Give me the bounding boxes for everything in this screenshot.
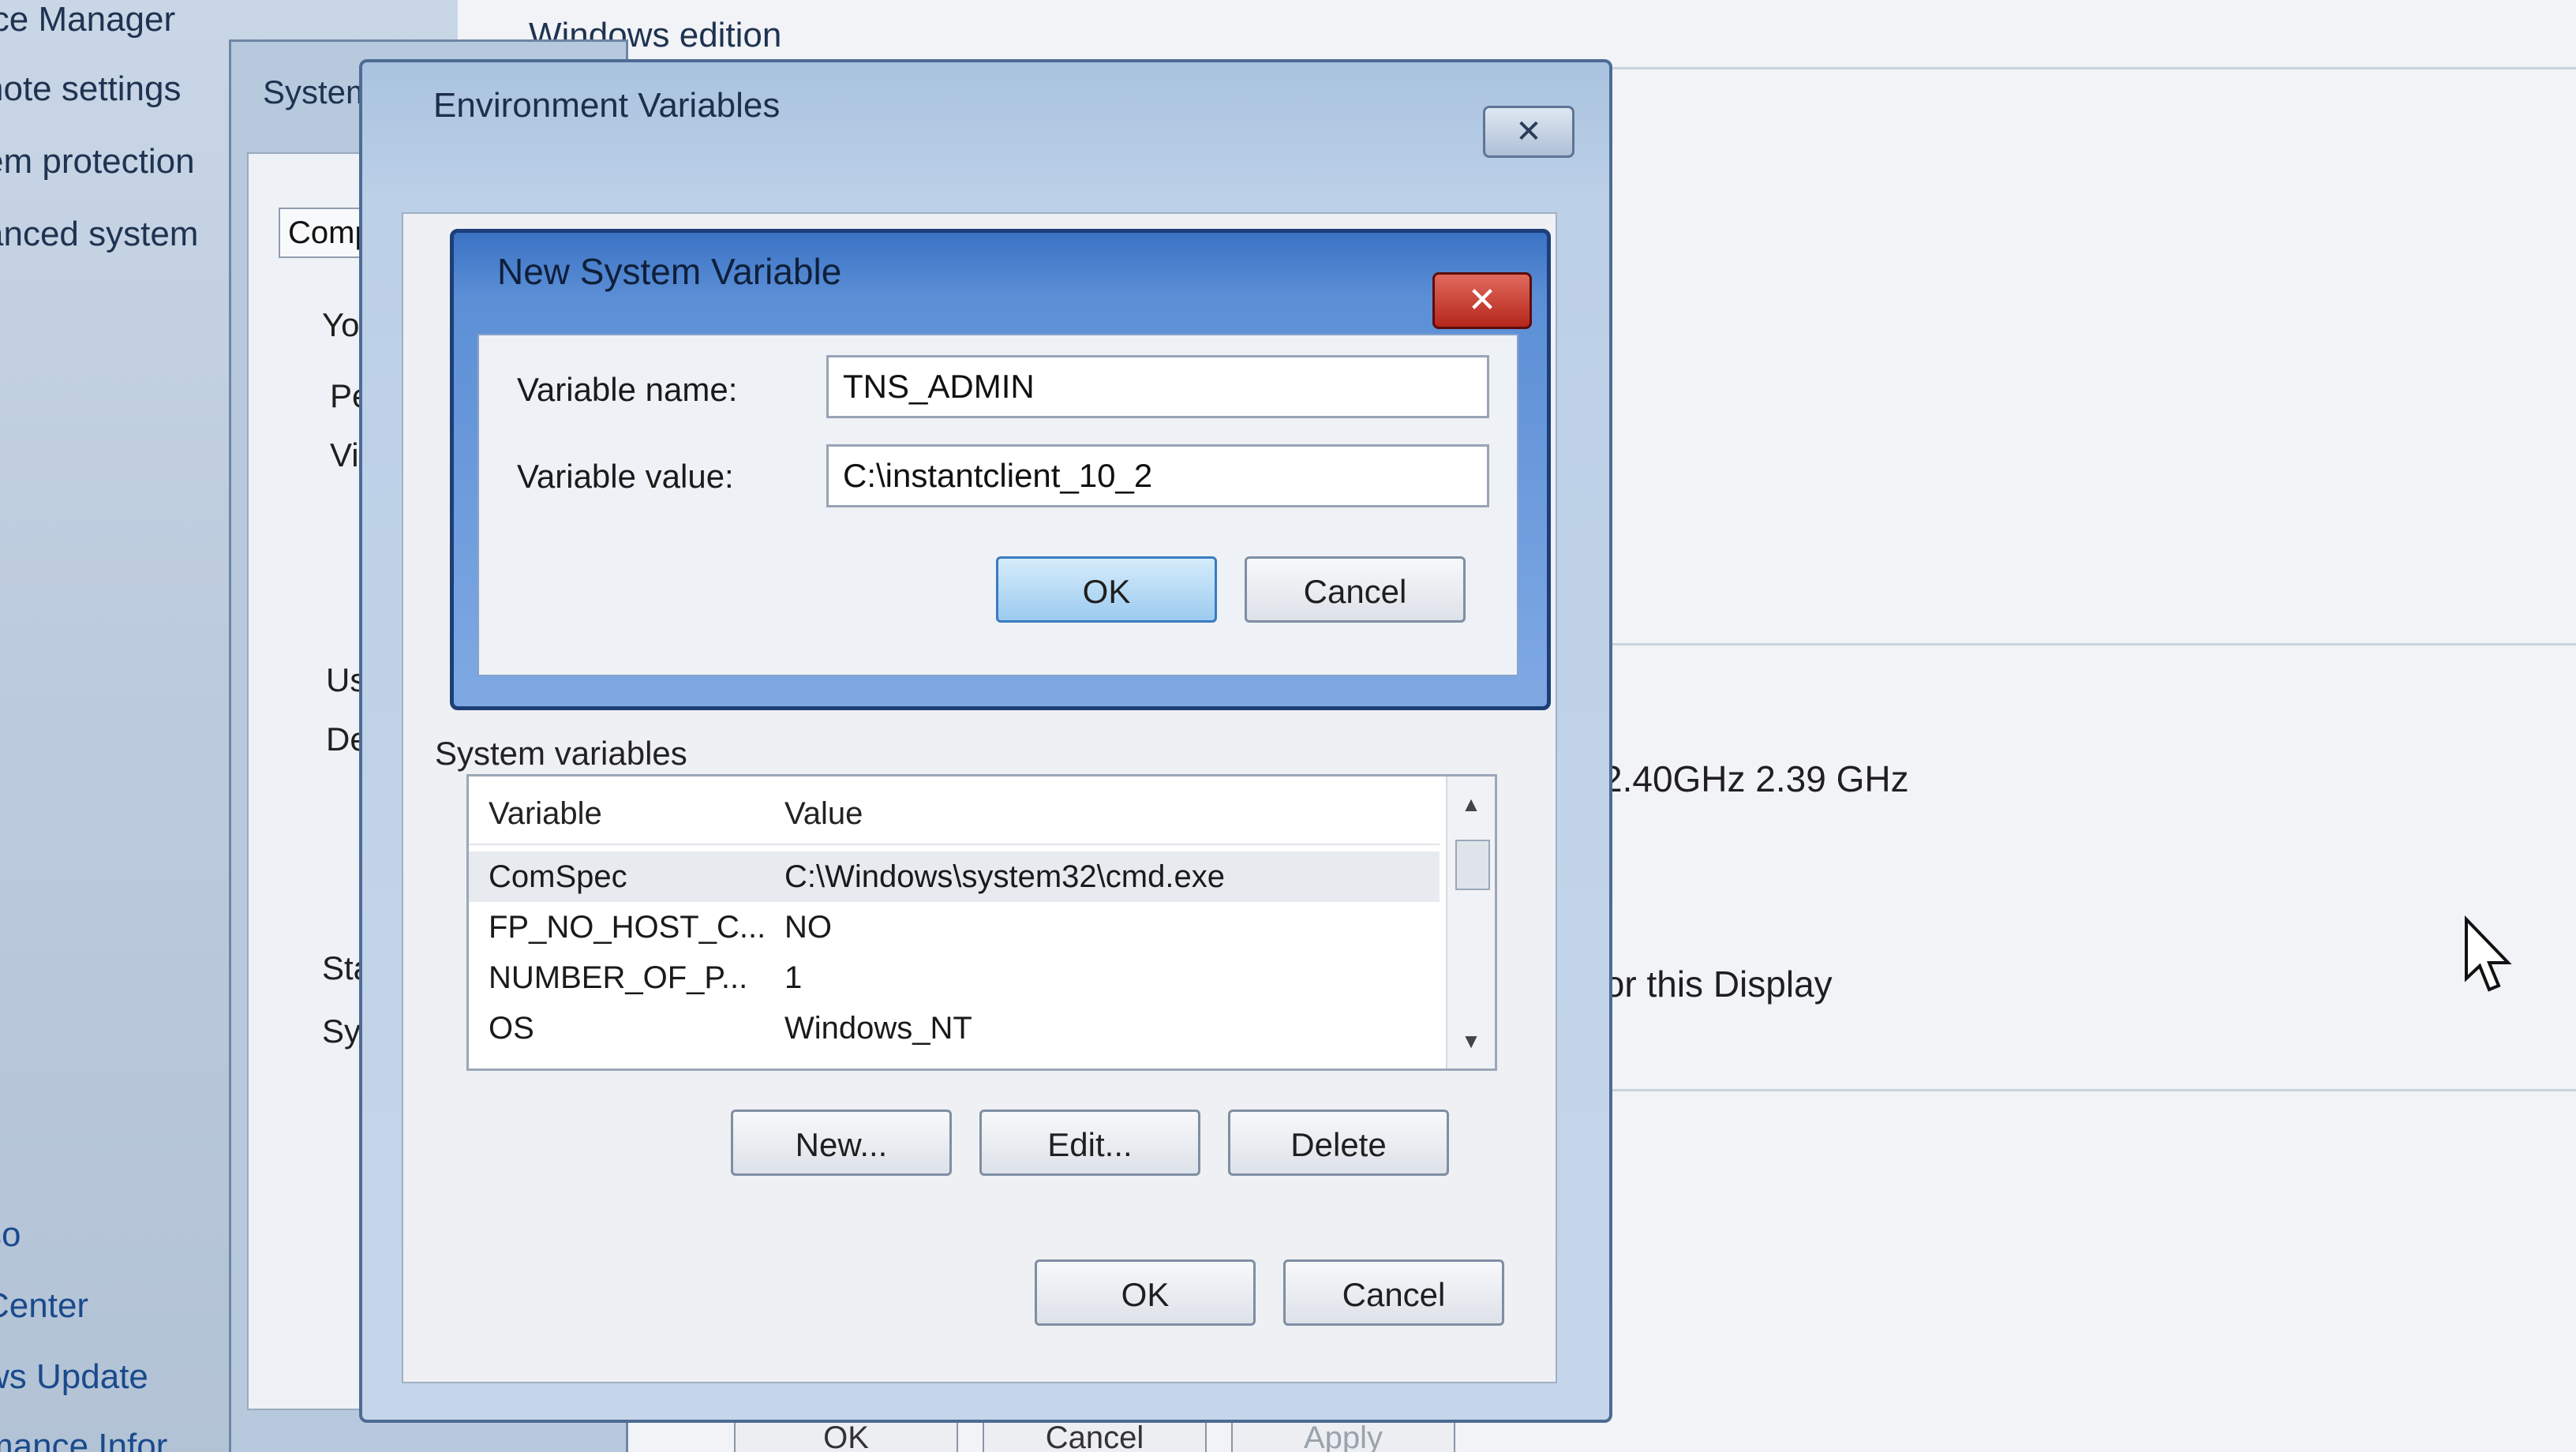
- header-divider: [469, 844, 1440, 845]
- section-divider: [1563, 1089, 2576, 1091]
- variable-name-cell: NUMBER_OF_P...: [489, 960, 748, 995]
- sidebar-see-also: so: [0, 1215, 21, 1254]
- close-icon: ✕: [1467, 281, 1497, 320]
- list-item[interactable]: ComSpec C:\Windows\system32\cmd.exe: [469, 851, 1440, 902]
- sidebar-item-advanced-system[interactable]: anced system: [0, 215, 198, 254]
- column-header-value[interactable]: Value: [784, 796, 863, 832]
- scroll-down-arrow-icon[interactable]: ▼: [1447, 1021, 1495, 1061]
- cancel-button[interactable]: Cancel: [1245, 556, 1466, 623]
- pen-touch-text: for this Display: [1594, 964, 1833, 1005]
- delete-variable-button[interactable]: Delete: [1228, 1110, 1449, 1176]
- sidebar-item-windows-update[interactable]: ws Update: [0, 1357, 148, 1397]
- close-icon: ✕: [1515, 114, 1542, 149]
- system-properties-title: System: [263, 73, 374, 110]
- sidebar-item-action-center[interactable]: Center: [0, 1286, 88, 1326]
- sidebar-item-remote-settings[interactable]: note settings: [0, 69, 182, 109]
- variable-name-label: Variable name:: [517, 371, 738, 408]
- variable-value-label: Variable value:: [517, 458, 734, 495]
- scroll-thumb[interactable]: [1455, 840, 1490, 890]
- section-divider: [1563, 67, 2576, 69]
- close-button[interactable]: ✕: [1432, 272, 1532, 329]
- variable-name-cell: OS: [489, 1011, 534, 1046]
- variable-value-cell: NO: [784, 910, 832, 945]
- system-variables-label: System variables: [435, 735, 687, 772]
- close-button[interactable]: ✕: [1483, 106, 1574, 158]
- column-header-variable[interactable]: Variable: [489, 796, 602, 832]
- list-item[interactable]: OS Windows_NT: [469, 1003, 1440, 1053]
- variable-name-field[interactable]: [826, 355, 1489, 418]
- dialog-body: Variable name: Variable value: OK Cancel: [477, 334, 1518, 676]
- system-variables-list[interactable]: Variable Value ComSpec C:\Windows\system…: [466, 774, 1497, 1071]
- edit-variable-button[interactable]: Edit...: [979, 1110, 1200, 1176]
- screen: ice Manager note settings em protection …: [0, 0, 2576, 1452]
- variable-name-cell: ComSpec: [489, 859, 627, 894]
- variable-value-cell: Windows_NT: [784, 1011, 972, 1046]
- variable-value-cell: C:\Windows\system32\cmd.exe: [784, 859, 1225, 894]
- sidebar-item-device-manager[interactable]: ice Manager: [0, 0, 175, 39]
- vertical-scrollbar[interactable]: ▲ ▼: [1446, 777, 1495, 1068]
- processor-speed: 2.40GHz 2.39 GHz: [1602, 758, 1909, 799]
- sidebar-item-system-protection[interactable]: em protection: [0, 142, 195, 182]
- variable-value-field[interactable]: [826, 444, 1489, 507]
- list-item[interactable]: NUMBER_OF_P... 1: [469, 952, 1440, 1003]
- new-system-variable-dialog: New System Variable ✕ Variable name: Var…: [450, 229, 1551, 710]
- mouse-pointer-icon: [2465, 915, 2512, 992]
- sidebar-item-performance-info[interactable]: mance Infor: [0, 1427, 167, 1452]
- section-divider: [1563, 643, 2576, 646]
- new-variable-button[interactable]: New...: [731, 1110, 952, 1176]
- variable-name-cell: FP_NO_HOST_C...: [489, 910, 766, 945]
- list-item[interactable]: FP_NO_HOST_C... NO: [469, 902, 1440, 952]
- ok-button[interactable]: OK: [996, 556, 1217, 623]
- dialog-title: Environment Variables: [433, 86, 781, 125]
- variable-value-cell: 1: [784, 960, 803, 995]
- dialog-title: New System Variable: [497, 251, 842, 292]
- scroll-up-arrow-icon[interactable]: ▲: [1447, 784, 1495, 824]
- ok-button[interactable]: OK: [1035, 1259, 1256, 1326]
- cancel-button[interactable]: Cancel: [1283, 1259, 1504, 1326]
